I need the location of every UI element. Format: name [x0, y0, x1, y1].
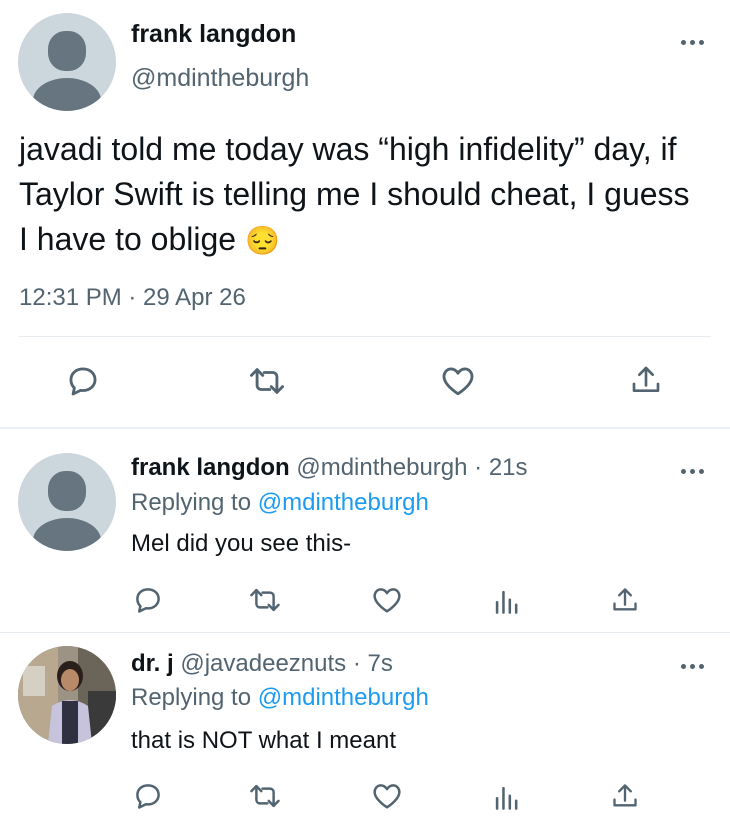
analytics-icon[interactable] [493, 783, 519, 811]
reply-icon[interactable] [133, 585, 163, 615]
more-icon[interactable] [681, 40, 704, 45]
divider [0, 632, 730, 633]
tweet-timestamp[interactable]: 12:31 PM · 29 Apr 26 [19, 284, 246, 312]
heart-icon[interactable] [441, 365, 475, 397]
reply-text: Mel did you see this- [131, 530, 352, 557]
reply-display-name[interactable]: dr. j [131, 650, 174, 677]
share-icon[interactable] [630, 363, 662, 397]
reply-handle[interactable]: @mdintheburgh [296, 454, 467, 481]
replying-to-handle[interactable]: @mdintheburgh [258, 489, 429, 516]
avatar[interactable] [18, 13, 116, 111]
replying-to: Replying to @mdintheburgh [131, 489, 429, 517]
replying-to: Replying to @mdintheburgh [131, 684, 429, 712]
heart-icon[interactable] [372, 586, 402, 614]
avatar[interactable] [18, 453, 116, 551]
heart-icon[interactable] [372, 782, 402, 810]
author-display-name[interactable]: frank langdon [131, 20, 296, 49]
retweet-icon[interactable] [248, 364, 286, 398]
reply-time[interactable]: · 21s [474, 454, 527, 481]
replying-to-handle[interactable]: @mdintheburgh [258, 684, 429, 711]
reply-handle[interactable]: @javadeeznuts [180, 650, 346, 677]
divider [19, 336, 711, 337]
pensive-emoji: 😔 [244, 225, 280, 256]
reply-header: dr. j @javadeeznuts · 7s [131, 650, 393, 678]
reply-time[interactable]: · 7s [353, 650, 393, 677]
tweet-text-body: javadi told me today was “high infidelit… [19, 131, 690, 257]
analytics-icon[interactable] [493, 587, 519, 615]
reply-text: that is NOT what I meant [131, 727, 396, 754]
share-icon[interactable] [611, 585, 639, 615]
avatar[interactable] [18, 646, 116, 744]
replying-to-label: Replying to [131, 684, 252, 711]
tweet-text: javadi told me today was “high infidelit… [19, 127, 699, 263]
reply-icon[interactable] [66, 364, 100, 398]
reply-icon[interactable] [133, 781, 163, 811]
retweet-icon[interactable] [249, 781, 281, 811]
reply-display-name[interactable]: frank langdon [131, 454, 290, 481]
author-handle[interactable]: @mdintheburgh [131, 64, 309, 93]
more-icon[interactable] [681, 664, 704, 669]
retweet-icon[interactable] [249, 585, 281, 615]
share-icon[interactable] [611, 781, 639, 811]
reply-header: frank langdon @mdintheburgh · 21s [131, 454, 528, 482]
section-divider [0, 427, 730, 429]
replying-to-label: Replying to [131, 489, 252, 516]
more-icon[interactable] [681, 469, 704, 474]
